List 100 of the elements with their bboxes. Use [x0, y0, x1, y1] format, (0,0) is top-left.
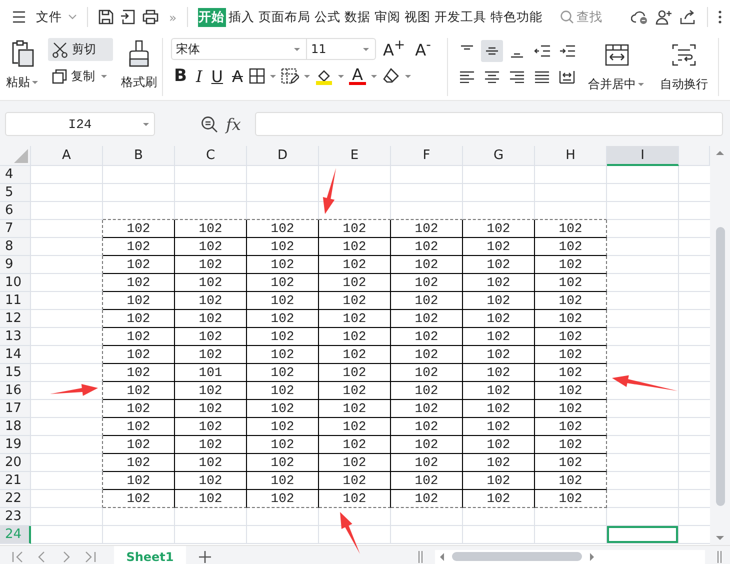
- italic-button[interactable]: I: [192, 66, 206, 86]
- horizontal-scrollbar[interactable]: [435, 550, 705, 564]
- first-sheet-icon[interactable]: [12, 550, 24, 562]
- cloud-icon[interactable]: [631, 9, 649, 25]
- row-header[interactable]: 12: [0, 310, 31, 328]
- add-user-icon[interactable]: [655, 9, 673, 25]
- column-header[interactable]: E: [319, 146, 391, 166]
- row-header[interactable]: 20: [0, 454, 31, 472]
- search-button[interactable]: 查找: [560, 8, 603, 26]
- scroll-thumb[interactable]: [452, 552, 582, 561]
- fill-color-icon[interactable]: [314, 68, 333, 84]
- scroll-right-icon[interactable]: [590, 552, 595, 560]
- cut-button[interactable]: 剪切: [48, 38, 113, 61]
- row-header[interactable]: 5: [0, 184, 31, 202]
- menu-tab[interactable]: 开发工具: [434, 8, 488, 26]
- empty-cell: [607, 328, 679, 346]
- increase-font-button[interactable]: A$^{+}$: [380, 38, 408, 60]
- scroll-thumb[interactable]: [716, 227, 724, 506]
- last-sheet-icon[interactable]: [84, 550, 96, 562]
- column-header[interactable]: F: [391, 146, 463, 166]
- row-header[interactable]: 10: [0, 274, 31, 292]
- row-header[interactable]: 18: [0, 418, 31, 436]
- merge-center-button[interactable]: 合并居中: [588, 76, 646, 93]
- row-header[interactable]: 23: [0, 508, 31, 526]
- paintbrush-icon[interactable]: [128, 40, 150, 68]
- menu-icon[interactable]: [12, 11, 26, 23]
- name-box[interactable]: I24: [5, 112, 155, 136]
- menu-tab[interactable]: 公式: [314, 8, 342, 26]
- align-middle-button[interactable]: [481, 40, 503, 62]
- row-header[interactable]: 14: [0, 346, 31, 364]
- menu-tab[interactable]: 审阅: [374, 8, 402, 26]
- zoom-formula-icon[interactable]: [201, 116, 218, 132]
- formula-input[interactable]: [254, 112, 723, 136]
- format-painter-button[interactable]: 格式刷: [121, 74, 157, 91]
- align-center-icon[interactable]: [484, 71, 500, 83]
- column-header[interactable]: C: [175, 146, 247, 166]
- underline-button[interactable]: U: [208, 66, 226, 86]
- file-menu[interactable]: 文件: [36, 8, 62, 26]
- align-left-icon[interactable]: [459, 71, 475, 83]
- table-cell: 102: [247, 400, 319, 418]
- decrease-font-button[interactable]: A$^{-}$: [412, 38, 434, 60]
- row-header[interactable]: 4: [0, 166, 31, 184]
- column-header[interactable]: I: [607, 146, 679, 166]
- column-header[interactable]: H: [535, 146, 607, 166]
- bold-button[interactable]: B: [171, 66, 190, 86]
- insert-function-button[interactable]: fx: [226, 114, 241, 134]
- table-cell: 102: [103, 382, 175, 400]
- row-header[interactable]: 15: [0, 364, 31, 382]
- eraser-icon[interactable]: [382, 68, 400, 84]
- splitter-icon[interactable]: [418, 550, 423, 562]
- row-header[interactable]: 16: [0, 382, 31, 400]
- paste-button[interactable]: 粘贴: [6, 74, 40, 91]
- copy-button[interactable]: 复制: [48, 65, 113, 88]
- column-header[interactable]: B: [103, 146, 175, 166]
- vertical-scrollbar[interactable]: [710, 146, 730, 545]
- splitter-icon[interactable]: [717, 550, 722, 562]
- row-header[interactable]: 21: [0, 472, 31, 490]
- menu-tab[interactable]: 特色功能: [490, 8, 544, 26]
- justify-icon[interactable]: [534, 71, 550, 83]
- row-header[interactable]: 11: [0, 292, 31, 310]
- selected-cell[interactable]: [607, 526, 679, 544]
- strike-button[interactable]: A: [229, 66, 246, 86]
- plus-icon[interactable]: [198, 550, 212, 564]
- menu-tab[interactable]: 数据: [344, 8, 372, 26]
- align-right-icon[interactable]: [509, 71, 525, 83]
- font-dropdown[interactable]: 宋体: [171, 38, 307, 60]
- menu-tab[interactable]: 视图: [404, 8, 432, 26]
- merge-cells-icon[interactable]: [605, 44, 629, 66]
- outdent-icon[interactable]: [534, 45, 550, 57]
- save-icon[interactable]: [98, 9, 114, 25]
- row-header[interactable]: 13: [0, 328, 31, 346]
- share-icon[interactable]: [679, 9, 697, 25]
- column-header[interactable]: G: [463, 146, 535, 166]
- row-header[interactable]: 7: [0, 220, 31, 238]
- menu-tab[interactable]: 插入: [228, 8, 256, 26]
- column-header[interactable]: A: [31, 146, 103, 166]
- menu-tab[interactable]: 页面布局: [258, 8, 312, 26]
- row-header[interactable]: 22: [0, 490, 31, 508]
- wrap-text-button[interactable]: 自动换行: [660, 76, 708, 93]
- scroll-down-icon[interactable]: [716, 536, 724, 541]
- row-header[interactable]: 8: [0, 238, 31, 256]
- row-header[interactable]: 19: [0, 436, 31, 454]
- font-size-dropdown[interactable]: 11: [306, 38, 376, 60]
- font-color-button[interactable]: A: [348, 67, 366, 85]
- distribute-icon[interactable]: [559, 70, 575, 84]
- row-header[interactable]: 17: [0, 400, 31, 418]
- export-icon[interactable]: [120, 9, 136, 25]
- column-header[interactable]: D: [247, 146, 319, 166]
- borders-icon[interactable]: [248, 68, 265, 84]
- chevron-down-icon[interactable]: [68, 14, 77, 20]
- print-icon[interactable]: [142, 9, 159, 25]
- scroll-left-icon[interactable]: [439, 552, 444, 560]
- cell-style-icon[interactable]: [280, 68, 299, 84]
- scroll-up-icon[interactable]: [716, 150, 724, 155]
- row-header[interactable]: 9: [0, 256, 31, 274]
- indent-icon[interactable]: [559, 45, 575, 57]
- row-header[interactable]: 6: [0, 202, 31, 220]
- wrap-text-icon[interactable]: [672, 44, 696, 66]
- more-icon[interactable]: [718, 10, 722, 24]
- paste-icon[interactable]: [11, 40, 35, 68]
